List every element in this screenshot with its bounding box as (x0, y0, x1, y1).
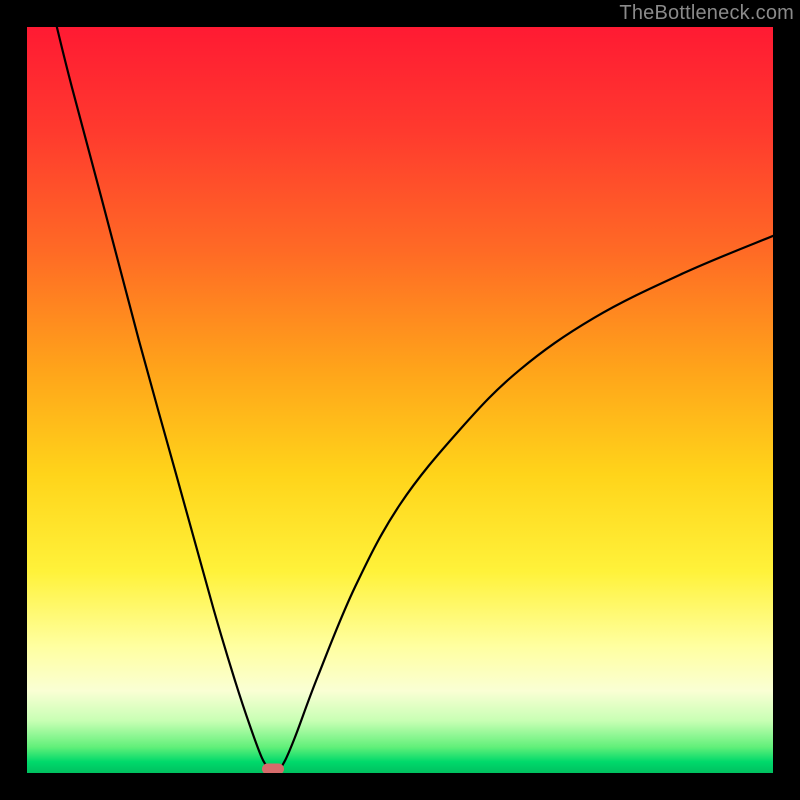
chart-frame: TheBottleneck.com (0, 0, 800, 800)
plot-area (27, 27, 773, 773)
bottleneck-curve (57, 27, 773, 773)
watermark-text: TheBottleneck.com (619, 2, 794, 25)
optimal-marker (262, 764, 284, 773)
curve-svg (27, 27, 773, 773)
